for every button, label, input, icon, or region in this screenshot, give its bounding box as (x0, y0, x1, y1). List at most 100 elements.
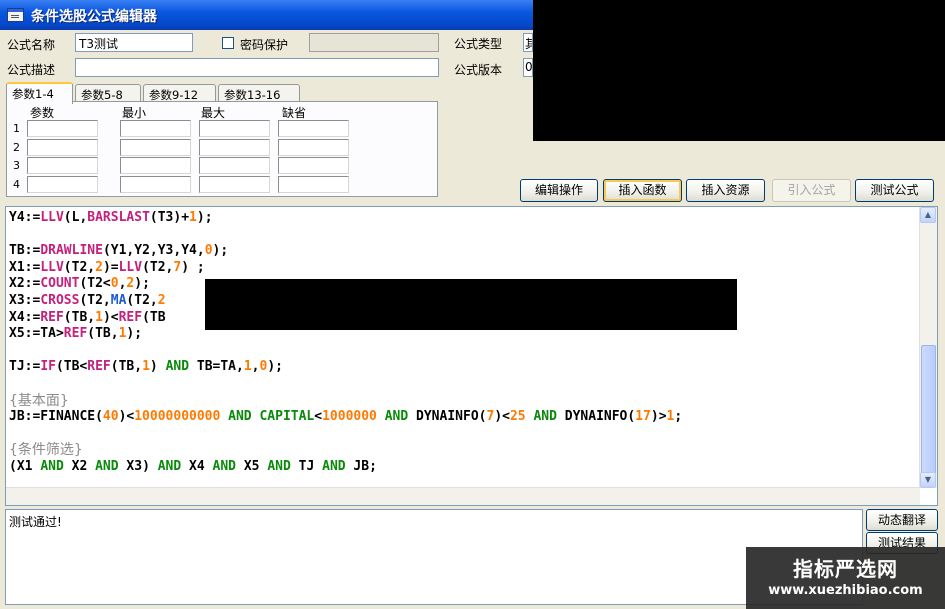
window-app-icon[interactable] (7, 8, 24, 22)
code-token: BARSLAST (87, 210, 150, 225)
code-token: (T2, (79, 292, 111, 308)
formula-code-text[interactable]: Y4:=LLV(L,BARSLAST(T3)+1); TB:=DRAWLINE(… (9, 210, 917, 485)
param-min-cell[interactable] (120, 139, 191, 156)
formula-version-input[interactable]: 0 (523, 58, 533, 77)
formula-version-label: 公式版本 (454, 63, 503, 77)
watermark-title: 指标严选网 (793, 557, 898, 581)
formula-code-editor[interactable]: Y4:=LLV(L,BARSLAST(T3)+1); TB:=DRAWLINE(… (5, 206, 938, 506)
param-name-cell[interactable] (27, 139, 98, 156)
param-default-cell[interactable] (278, 157, 349, 174)
redacted-area-top-right (533, 0, 945, 141)
param-default-cell[interactable] (278, 139, 349, 156)
scroll-up-icon[interactable]: ▲ (920, 207, 936, 223)
param-row-number: 2 (13, 141, 20, 154)
code-token: (T2< (79, 276, 111, 292)
code-token: )= (102, 259, 119, 275)
formula-type-select[interactable]: 其 (523, 33, 533, 52)
code-token: 1 (95, 309, 103, 325)
param-max-cell[interactable] (199, 120, 270, 137)
code-token: X4 (181, 458, 213, 474)
editor-horizontal-scrollbar[interactable] (6, 487, 920, 505)
code-token: AND (533, 409, 557, 425)
code-token: 10000000000 (134, 409, 221, 425)
test-output-text: 测试通过! (9, 515, 62, 529)
code-token: Y4:= (9, 210, 41, 225)
code-token: (T2, (63, 259, 96, 275)
code-token: ); (267, 359, 283, 375)
code-token: < (314, 409, 323, 425)
code-token: LLV (40, 210, 64, 225)
password-protect-checkbox[interactable] (222, 37, 234, 49)
insert-resource-button[interactable]: 插入资源 (686, 179, 765, 202)
code-token: 1000000 (322, 409, 377, 425)
code-token: (TB (142, 309, 166, 325)
param-max-cell[interactable] (199, 176, 270, 193)
code-token: AND (384, 409, 409, 425)
tab-params-1-4[interactable]: 参数1-4 (6, 82, 73, 104)
param-row-number: 4 (13, 178, 20, 191)
code-comment: {基本面} (9, 392, 69, 409)
formula-name-input[interactable]: T3测试 (75, 33, 193, 52)
code-token: )< (118, 409, 135, 425)
watermark-url: www.xuezhibiao.com (768, 583, 923, 598)
code-token: ); (196, 210, 213, 225)
import-formula-button[interactable]: 引入公式 (772, 179, 851, 202)
formula-desc-input[interactable] (75, 58, 439, 77)
code-token: ; (674, 409, 683, 425)
editor-vertical-scrollbar[interactable]: ▲ ▼ (919, 207, 937, 488)
code-line: (X1 AND X2 AND X3) AND X4 AND X5 AND TJ … (9, 459, 917, 476)
param-min-cell[interactable] (120, 157, 191, 174)
code-token: REF (118, 309, 143, 325)
scroll-down-icon[interactable]: ▼ (920, 472, 936, 488)
param-name-cell[interactable] (27, 120, 98, 137)
code-token: X2:= (9, 276, 41, 292)
code-token: X3) (118, 458, 158, 474)
code-token: ) ; (181, 259, 205, 275)
param-col-max-header: 最大 (201, 106, 226, 120)
code-token: (Y1,Y2,Y3,Y4, (102, 243, 205, 259)
test-formula-button[interactable]: 测试公式 (855, 179, 934, 202)
param-col-min-header: 最小 (122, 106, 147, 120)
insert-function-button[interactable]: 插入函数 (603, 179, 682, 202)
param-max-cell[interactable] (199, 139, 270, 156)
code-token: 1 (189, 210, 197, 225)
code-token: AND (40, 458, 64, 474)
code-token: REF (40, 309, 64, 325)
param-name-cell[interactable] (27, 176, 98, 193)
code-token: 0 (204, 243, 213, 259)
code-token: 0 (110, 276, 119, 292)
test-output-pane[interactable]: 测试通过! (5, 509, 863, 605)
code-line: TJ:=IF(TB<REF(TB,1) AND TB=TA,1,0); (9, 359, 917, 376)
param-default-cell[interactable] (278, 120, 349, 137)
formula-desc-label: 公式描述 (7, 63, 56, 77)
code-token: AND (157, 458, 182, 474)
code-token: 2 (157, 292, 166, 308)
edit-operations-button[interactable]: 编辑操作 (520, 179, 598, 202)
param-min-cell[interactable] (120, 120, 191, 137)
code-token: MA (110, 292, 127, 308)
code-token: 40 (102, 409, 119, 425)
dynamic-translate-button[interactable]: 动态翻译 (866, 509, 938, 531)
code-token: )> (650, 409, 667, 425)
param-default-cell[interactable] (278, 176, 349, 193)
code-token: TJ:= (9, 359, 41, 375)
param-col-name-header: 参数 (30, 106, 55, 120)
code-token: (TB< (55, 359, 88, 375)
code-token: (X1 (9, 458, 41, 474)
param-name-cell[interactable] (27, 157, 98, 174)
param-max-cell[interactable] (199, 157, 270, 174)
code-token: X4:= (9, 309, 41, 325)
formula-type-label: 公式类型 (454, 37, 503, 51)
code-token: JB:=FINANCE( (9, 409, 103, 425)
code-token: (L, (63, 210, 88, 225)
scrollbar-thumb[interactable] (921, 345, 936, 477)
code-token: TB=TA, (189, 359, 244, 375)
param-min-cell[interactable] (120, 176, 191, 193)
code-token: )< (494, 409, 510, 425)
code-token: ); (134, 276, 150, 292)
code-token: (T2, (126, 292, 158, 308)
code-token: 25 (509, 409, 526, 425)
